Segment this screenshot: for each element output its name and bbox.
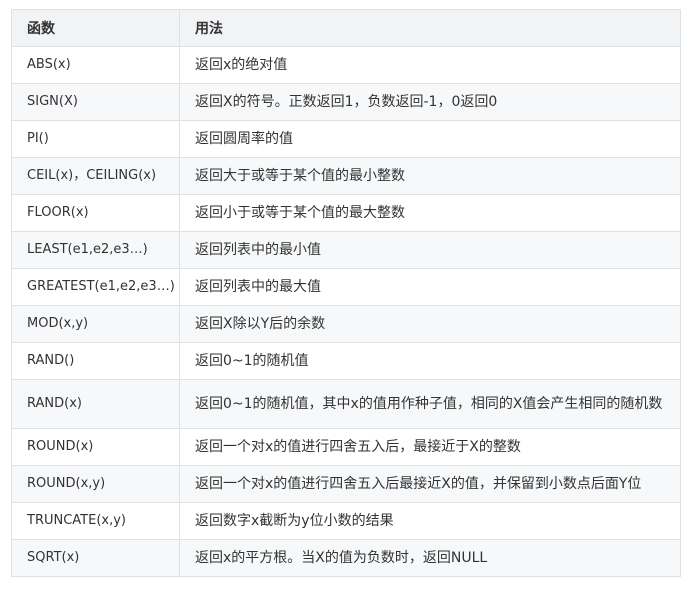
usage-cell: 返回0~1的随机值: [179, 342, 681, 380]
usage-cell: 返回x的平方根。当X的值为负数时，返回NULL: [179, 539, 681, 577]
table-row: ROUND(x) 返回一个对x的值进行四舍五入后，最接近于X的整数: [11, 428, 681, 466]
function-cell: SIGN(X): [11, 83, 180, 121]
function-table-container: 函数 用法 ABS(x) 返回x的绝对值 SIGN(X) 返回X的符号。正数返回…: [11, 9, 681, 577]
usage-cell: 返回大于或等于某个值的最小整数: [179, 157, 681, 195]
usage-cell: 返回列表中的最小值: [179, 231, 681, 269]
usage-cell: 返回0~1的随机值，其中x的值用作种子值，相同的X值会产生相同的随机数: [179, 379, 681, 429]
table-row: PI() 返回圆周率的值: [11, 120, 681, 158]
table-row: MOD(x,y) 返回X除以Y后的余数: [11, 305, 681, 343]
function-cell: PI(): [11, 120, 180, 158]
table-row: TRUNCATE(x,y) 返回数字x截断为y位小数的结果: [11, 502, 681, 540]
function-cell: ROUND(x,y): [11, 465, 180, 503]
function-cell: RAND(): [11, 342, 180, 380]
function-cell: CEIL(x)，CEILING(x): [11, 157, 180, 195]
column-header-usage: 用法: [179, 9, 681, 47]
table-row: RAND() 返回0~1的随机值: [11, 342, 681, 380]
table-row: ABS(x) 返回x的绝对值: [11, 46, 681, 84]
table-row: ROUND(x,y) 返回一个对x的值进行四舍五入后最接近X的值，并保留到小数点…: [11, 465, 681, 503]
function-table: 函数 用法 ABS(x) 返回x的绝对值 SIGN(X) 返回X的符号。正数返回…: [11, 9, 681, 577]
function-cell: ABS(x): [11, 46, 180, 84]
function-cell: FLOOR(x): [11, 194, 180, 232]
function-cell: LEAST(e1,e2,e3…): [11, 231, 180, 269]
table-row: SIGN(X) 返回X的符号。正数返回1，负数返回-1，0返回0: [11, 83, 681, 121]
usage-cell: 返回X除以Y后的余数: [179, 305, 681, 343]
usage-cell: 返回圆周率的值: [179, 120, 681, 158]
usage-cell: 返回列表中的最大值: [179, 268, 681, 306]
usage-cell: 返回x的绝对值: [179, 46, 681, 84]
column-header-function: 函数: [11, 9, 180, 47]
table-header-row: 函数 用法: [11, 9, 681, 47]
table-row: RAND(x) 返回0~1的随机值，其中x的值用作种子值，相同的X值会产生相同的…: [11, 379, 681, 429]
usage-cell: 返回小于或等于某个值的最大整数: [179, 194, 681, 232]
function-cell: RAND(x): [11, 379, 180, 429]
table-row: FLOOR(x) 返回小于或等于某个值的最大整数: [11, 194, 681, 232]
usage-cell: 返回X的符号。正数返回1，负数返回-1，0返回0: [179, 83, 681, 121]
usage-cell: 返回一个对x的值进行四舍五入后最接近X的值，并保留到小数点后面Y位: [179, 465, 681, 503]
function-cell: SQRT(x): [11, 539, 180, 577]
usage-cell: 返回一个对x的值进行四舍五入后，最接近于X的整数: [179, 428, 681, 466]
table-row: LEAST(e1,e2,e3…) 返回列表中的最小值: [11, 231, 681, 269]
usage-cell: 返回数字x截断为y位小数的结果: [179, 502, 681, 540]
function-cell: TRUNCATE(x,y): [11, 502, 180, 540]
table-row: GREATEST(e1,e2,e3…) 返回列表中的最大值: [11, 268, 681, 306]
function-cell: ROUND(x): [11, 428, 180, 466]
function-cell: MOD(x,y): [11, 305, 180, 343]
function-cell: GREATEST(e1,e2,e3…): [11, 268, 180, 306]
table-row: CEIL(x)，CEILING(x) 返回大于或等于某个值的最小整数: [11, 157, 681, 195]
table-row: SQRT(x) 返回x的平方根。当X的值为负数时，返回NULL: [11, 539, 681, 577]
